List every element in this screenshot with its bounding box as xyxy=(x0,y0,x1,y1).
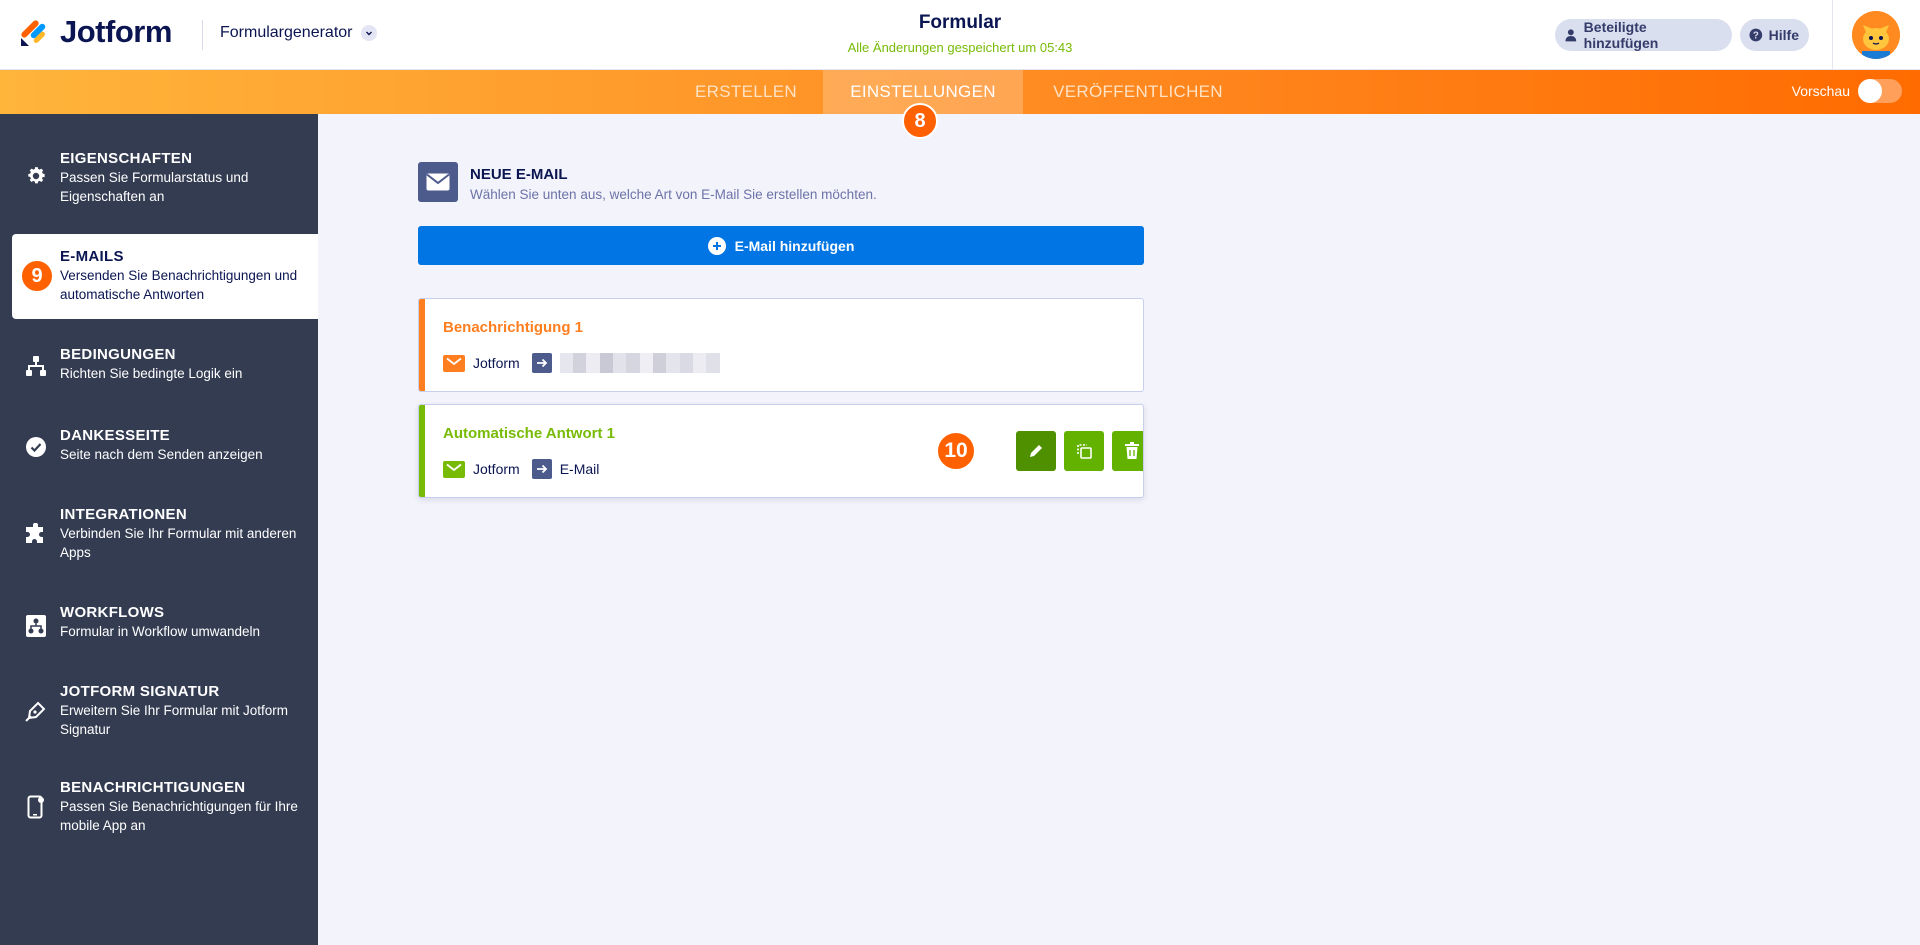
copy-icon xyxy=(1077,444,1092,459)
preview-toggle-group[interactable]: Vorschau xyxy=(1792,79,1902,103)
sidebar-item-title: JOTFORM SIGNATUR xyxy=(60,683,220,700)
help-button[interactable]: ? Hilfe xyxy=(1740,19,1809,51)
pen-nib-icon xyxy=(24,699,48,723)
email-card-title[interactable]: Automatische Antwort 1 xyxy=(443,425,615,442)
avatar-cat-icon xyxy=(1852,11,1900,59)
plus-circle-icon xyxy=(707,236,726,255)
sidebar-item-integrations[interactable]: INTEGRATIONEN Verbinden Sie Ihr Formular… xyxy=(0,506,318,566)
sidebar-item-desc: Versenden Sie Benachrichtigungen und aut… xyxy=(60,268,298,302)
sidebar-item-text: WORKFLOWS Formular in Workflow umwandeln xyxy=(60,604,310,641)
sidebar-item-title: EIGENSCHAFTEN xyxy=(60,150,193,167)
add-email-button[interactable]: E-Mail hinzufügen xyxy=(418,226,1144,265)
sidebar-item-text: E-MAILS Versenden Sie Benachrichtigungen… xyxy=(60,248,310,304)
sidebar-item-workflows[interactable]: WORKFLOWS Formular in Workflow umwandeln xyxy=(0,604,318,644)
sidebar-item-text: BENACHRICHTIGUNGEN Passen Sie Benachrich… xyxy=(60,779,310,835)
sidebar-item-text: INTEGRATIONEN Verbinden Sie Ihr Formular… xyxy=(60,506,310,562)
sidebar-item-desc: Seite nach dem Senden anzeigen xyxy=(60,447,263,462)
help-label: Hilfe xyxy=(1768,27,1799,43)
envelope-icon xyxy=(418,162,458,202)
card-accent-stripe xyxy=(419,405,425,497)
preview-toggle[interactable] xyxy=(1858,79,1902,103)
sidebar-item-title: DANKESSEITE xyxy=(60,427,170,444)
arrow-right-icon xyxy=(531,353,552,373)
preview-label: Vorschau xyxy=(1791,83,1850,99)
clone-email-button[interactable] xyxy=(1064,431,1104,471)
envelope-icon xyxy=(443,354,465,372)
new-email-header: NEUE E-MAIL Wählen Sie unten aus, welche… xyxy=(418,162,877,202)
sidebar-item-desc: Erweitern Sie Ihr Formular mit Jotform S… xyxy=(60,703,289,737)
check-circle-icon xyxy=(24,435,48,459)
add-collaborators-label: Beteiligte hinzufügen xyxy=(1583,19,1659,51)
email-card-notification[interactable]: Benachrichtigung 1 Jotform xyxy=(418,298,1144,392)
add-collaborators-button[interactable]: Beteiligte hinzufügen xyxy=(1555,19,1732,51)
tab-publish[interactable]: VERÖFFENTLICHEN xyxy=(1024,70,1252,114)
sidebar-item-text: JOTFORM SIGNATUR Erweitern Sie Ihr Formu… xyxy=(60,683,310,739)
sidebar-item-text: EIGENSCHAFTEN Passen Sie Formularstatus … xyxy=(60,150,310,206)
pencil-icon xyxy=(1030,445,1042,457)
sidebar-item-conditions[interactable]: BEDINGUNGEN Richten Sie bedingte Logik e… xyxy=(0,346,318,386)
email-card-actions xyxy=(1016,431,1143,471)
sidebar-item-thankyou[interactable]: DANKESSEITE Seite nach dem Senden anzeig… xyxy=(0,427,318,467)
tab-create[interactable]: ERSTELLEN xyxy=(670,70,822,114)
step-badge-settings: 8 xyxy=(902,103,938,139)
email-sender: Jotform xyxy=(473,461,520,477)
user-avatar[interactable] xyxy=(1852,11,1900,59)
user-icon xyxy=(1565,29,1577,42)
sidebar-item-signature[interactable]: JOTFORM SIGNATUR Erweitern Sie Ihr Formu… xyxy=(0,683,318,743)
sidebar-item-desc: Formular in Workflow umwandeln xyxy=(60,624,261,639)
toggle-knob xyxy=(1858,79,1882,103)
builder-nav-bar: ERSTELLEN EINSTELLUNGEN VERÖFFENTLICHEN … xyxy=(0,70,1920,114)
sidebar-item-desc: Passen Sie Benachrichtigungen für Ihre m… xyxy=(60,799,298,833)
delete-email-button[interactable] xyxy=(1112,431,1143,471)
new-email-title: NEUE E-MAIL xyxy=(470,166,568,183)
header-divider-right xyxy=(1832,0,1833,70)
question-circle-icon: ? xyxy=(1749,28,1763,41)
arrow-right-icon xyxy=(531,459,552,479)
sitemap-icon xyxy=(24,354,48,378)
workflow-icon xyxy=(24,614,48,638)
card-accent-stripe xyxy=(419,299,425,391)
sidebar-item-properties[interactable]: EIGENSCHAFTEN Passen Sie Formularstatus … xyxy=(0,150,318,210)
sidebar-item-title: BEDINGUNGEN xyxy=(60,346,176,363)
sidebar-item-text: BEDINGUNGEN Richten Sie bedingte Logik e… xyxy=(60,346,310,383)
mobile-notification-icon xyxy=(24,795,48,819)
trash-icon xyxy=(1125,442,1139,459)
sidebar-item-title: E-MAILS xyxy=(60,248,124,265)
envelope-icon xyxy=(443,460,465,478)
sidebar-item-desc: Passen Sie Formularstatus und Eigenschaf… xyxy=(60,170,249,204)
new-email-subtitle: Wählen Sie unten aus, welche Art von E-M… xyxy=(470,187,877,202)
add-email-label: E-Mail hinzufügen xyxy=(734,237,855,254)
top-header: Jotform Formulargenerator Formular Alle … xyxy=(0,0,1920,70)
sidebar-item-text: DANKESSEITE Seite nach dem Senden anzeig… xyxy=(60,427,310,464)
puzzle-icon xyxy=(24,522,48,546)
svg-text:?: ? xyxy=(1753,30,1759,41)
email-card-autoresponder[interactable]: Automatische Antwort 1 Jotform E-Mail xyxy=(418,404,1144,498)
new-email-text: NEUE E-MAIL Wählen Sie unten aus, welche… xyxy=(470,162,877,202)
sidebar-item-title: WORKFLOWS xyxy=(60,604,165,621)
sidebar-item-desc: Richten Sie bedingte Logik ein xyxy=(60,366,243,381)
email-sender: Jotform xyxy=(473,355,520,371)
settings-sidebar: EIGENSCHAFTEN Passen Sie Formularstatus … xyxy=(0,114,318,945)
sidebar-item-title: BENACHRICHTIGUNGEN xyxy=(60,779,246,796)
redacted-recipient xyxy=(559,353,720,373)
edit-email-button[interactable] xyxy=(1016,431,1056,471)
email-card-title[interactable]: Benachrichtigung 1 xyxy=(443,319,583,336)
email-route: Jotform E-Mail xyxy=(443,459,599,479)
step-badge-actions: 10 xyxy=(936,431,976,471)
sidebar-item-title: INTEGRATIONEN xyxy=(60,506,187,523)
email-route: Jotform xyxy=(443,353,720,373)
gear-icon xyxy=(24,164,48,188)
sidebar-item-desc: Verbinden Sie Ihr Formular mit anderen A… xyxy=(60,526,297,560)
sidebar-item-notifications[interactable]: BENACHRICHTIGUNGEN Passen Sie Benachrich… xyxy=(0,779,318,839)
sidebar-item-emails[interactable]: E-MAILS Versenden Sie Benachrichtigungen… xyxy=(12,234,318,319)
email-recipient: E-Mail xyxy=(559,461,600,477)
step-badge-emails: 9 xyxy=(20,259,54,293)
